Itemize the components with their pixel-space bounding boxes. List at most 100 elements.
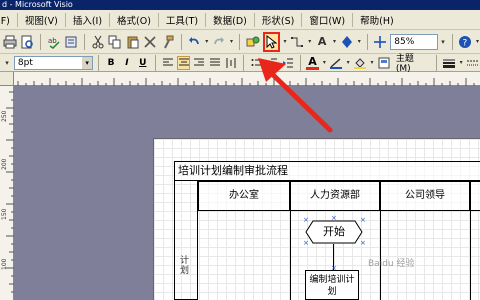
watermark: Baidu 经验 xyxy=(368,259,415,269)
align-right-icon[interactable] xyxy=(192,56,206,70)
italic-button[interactable]: I xyxy=(120,56,134,70)
menu-file[interactable]: 文件(F) xyxy=(0,13,16,27)
menu-separator xyxy=(205,12,207,27)
menu-format[interactable]: 格式(O) xyxy=(111,13,157,27)
toolbar-separator xyxy=(40,33,41,50)
horizontal-ruler xyxy=(14,72,480,86)
toolbar-separator xyxy=(180,33,182,50)
help-icon[interactable]: ? xyxy=(457,33,473,51)
menu-view[interactable]: 视图(V) xyxy=(19,13,64,27)
menu-tools[interactable]: 工具(T) xyxy=(160,13,204,27)
menu-data[interactable]: 数据(D) xyxy=(207,13,253,27)
window-title: d - Microsoft Visio xyxy=(2,0,73,9)
print-icon[interactable] xyxy=(2,33,18,51)
chevron-down-icon: ▾ xyxy=(82,56,93,69)
text-tool-icon[interactable]: A xyxy=(314,33,330,51)
lane-header-leadership[interactable]: 公司领导 xyxy=(380,181,470,211)
align-left-icon[interactable] xyxy=(161,56,175,70)
pointer-tool-button[interactable] xyxy=(262,31,281,52)
selection-handle[interactable]: × xyxy=(360,240,366,247)
align-center-icon[interactable] xyxy=(176,55,191,70)
toolbar-separator xyxy=(436,54,438,71)
lane-divider xyxy=(290,211,291,300)
lane-header-hr[interactable]: 人力资源部 xyxy=(290,181,380,211)
menu-shape[interactable]: 形状(S) xyxy=(256,13,300,27)
svg-text:ab: ab xyxy=(48,37,57,45)
menu-bar: 文件(F) 视图(V) 插入(I) 格式(O) 工具(T) 数据(D) 形状(S… xyxy=(0,10,480,30)
justify-icon[interactable] xyxy=(208,56,222,70)
pan-zoom-icon[interactable] xyxy=(373,33,389,51)
research-icon[interactable] xyxy=(64,33,80,51)
theme-icon[interactable] xyxy=(377,56,391,70)
delete-icon[interactable] xyxy=(143,33,159,51)
toolbar-separator xyxy=(451,33,453,50)
shapes-icon[interactable] xyxy=(245,33,261,51)
selection-handle[interactable]: × xyxy=(360,217,366,224)
ruler-label: 200 xyxy=(1,158,8,170)
selection-handle[interactable]: × xyxy=(331,215,337,222)
selection-handle[interactable]: × xyxy=(303,240,309,247)
connector-tool-icon[interactable] xyxy=(290,33,306,51)
ruler-label: 150 xyxy=(1,208,8,220)
selection-handle[interactable]: × xyxy=(331,265,337,272)
toolbar-separator xyxy=(366,33,368,50)
line-weight-icon[interactable] xyxy=(442,56,456,70)
paste-icon[interactable] xyxy=(125,33,141,51)
toolbar-separator xyxy=(84,33,85,50)
preview-icon[interactable] xyxy=(20,33,36,51)
menu-insert[interactable]: 插入(I) xyxy=(67,13,108,27)
menu-window[interactable]: 窗口(W) xyxy=(303,13,351,27)
fill-icon[interactable] xyxy=(339,33,355,51)
fill-dropdown-icon[interactable]: ▾ xyxy=(357,33,362,51)
font-dropdown-icon[interactable]: ▾ xyxy=(2,54,12,72)
zoom-select[interactable]: 85% xyxy=(390,33,438,50)
zoom-value: 85% xyxy=(394,36,415,47)
toolbar-separator xyxy=(239,33,240,50)
ruler-label: 250 xyxy=(1,110,8,122)
menu-help[interactable]: 帮助(H) xyxy=(354,13,400,27)
menu-separator xyxy=(253,12,255,27)
vertical-ruler: 250 200 150 100 xyxy=(0,72,14,300)
process-box[interactable]: 编制培训计划 xyxy=(305,270,359,300)
flowchart-title[interactable]: 培训计划编制审批流程 xyxy=(174,161,480,181)
cut-icon[interactable] xyxy=(90,33,106,51)
connector-dropdown-icon[interactable]: ▾ xyxy=(307,33,312,51)
toolbar-separator xyxy=(243,54,244,71)
toolbar-separator xyxy=(154,54,156,71)
bold-button[interactable]: B xyxy=(104,56,118,70)
menu-separator xyxy=(16,12,18,27)
selection-handle[interactable]: × xyxy=(303,217,309,224)
toolbar-separator xyxy=(98,54,100,71)
phase-lane-label: 计划 xyxy=(180,256,190,276)
font-size-select[interactable]: 8pt ▾ xyxy=(13,55,94,70)
redo-icon[interactable] xyxy=(211,33,227,51)
redo-dropdown-icon[interactable]: ▾ xyxy=(229,33,234,51)
ruler-label: 100 xyxy=(1,258,8,270)
undo-icon[interactable] xyxy=(187,33,203,51)
theme-button[interactable]: 主题(M) xyxy=(393,51,431,74)
spell-check-icon[interactable]: ab xyxy=(46,33,62,51)
ruler-corner[interactable] xyxy=(0,72,14,86)
svg-text:?: ? xyxy=(463,38,468,48)
text-dropdown-icon[interactable]: ▾ xyxy=(332,33,337,51)
underline-button[interactable]: U xyxy=(136,56,150,70)
lane-header-office[interactable]: 办公室 xyxy=(198,181,290,211)
format-toolbar: ▾ 8pt ▾ B I U A ▾ ▾ ▾ 主题(M) ▾ xyxy=(0,51,480,74)
phase-lane[interactable] xyxy=(174,181,198,300)
zoom-dropdown-icon[interactable]: ▾ xyxy=(440,33,447,51)
menu-separator xyxy=(157,12,159,27)
font-size-value: 8pt xyxy=(17,57,33,68)
undo-dropdown-icon[interactable]: ▾ xyxy=(204,33,209,51)
line-pattern-icon[interactable] xyxy=(466,56,480,70)
pointer-dropdown-icon[interactable]: ▾ xyxy=(282,33,287,51)
menu-separator xyxy=(109,12,111,27)
copy-icon[interactable] xyxy=(108,33,124,51)
annotation-arrow xyxy=(258,58,333,133)
help-dropdown-icon[interactable]: ▾ xyxy=(475,33,480,51)
menu-separator xyxy=(352,12,354,27)
fill-color-dropdown-icon[interactable]: ▾ xyxy=(369,54,375,72)
format-painter-icon[interactable] xyxy=(160,33,176,51)
lane-header-extra[interactable] xyxy=(470,181,480,211)
line-weight-dropdown-icon[interactable]: ▾ xyxy=(458,54,464,72)
distribute-icon[interactable] xyxy=(224,56,238,70)
